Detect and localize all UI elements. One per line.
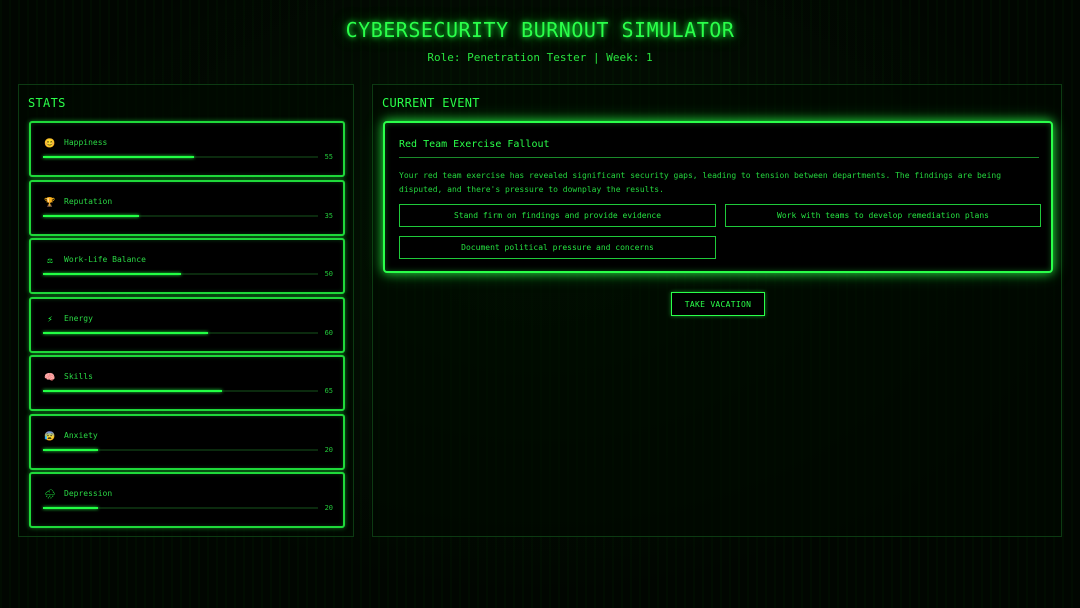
stat-bar [43, 448, 318, 451]
page-title: CYBERSECURITY BURNOUT SIMULATOR [345, 18, 735, 42]
stat-label: Energy [64, 313, 93, 323]
stat-card-work-life-balance: ⚖ Work-Life Balance 50 [29, 238, 345, 294]
scales-icon: ⚖ [47, 256, 53, 266]
stat-bar [43, 331, 318, 334]
stat-card-reputation: 🏆 Reputation 35 [29, 179, 345, 236]
stat-bar-fill [43, 156, 195, 158]
event-title: Red Team Exercise Fallout [399, 139, 550, 150]
stat-value: 20 [324, 504, 333, 512]
brain-icon: 🧠 [44, 373, 56, 383]
stat-value: 20 [324, 445, 333, 454]
anxious-face-icon: 😰 [44, 431, 56, 442]
stat-bar [43, 390, 318, 392]
stat-bar-fill [43, 390, 222, 392]
stat-card-anxiety: 😰 Anxiety 20 [29, 413, 345, 470]
stat-value: 65 [324, 387, 333, 395]
stat-value: 60 [324, 328, 333, 337]
event-card: Red Team Exercise Fallout Your red team … [383, 121, 1053, 273]
role-week-info: Role: Penetration Tester | Week: 1 [427, 51, 653, 64]
stat-bar-fill [43, 214, 140, 217]
stat-bar-fill [43, 448, 98, 451]
stat-card-skills: 🧠 Skills 65 [29, 355, 345, 411]
stat-label: Anxiety [64, 430, 98, 440]
stat-card-depression: 🌧 Depression 20 [29, 472, 345, 528]
event-description: Your red team exercise has revealed sign… [399, 171, 1002, 194]
take-vacation-button[interactable]: TAKE VACATION [671, 292, 765, 316]
stats-heading: STATS [28, 96, 66, 110]
stat-bar-fill [43, 273, 181, 275]
stat-label: Work-Life Balance [64, 255, 146, 264]
rain-cloud-icon: 🌧 [44, 490, 56, 500]
stat-label: Reputation [64, 196, 113, 206]
stat-bar [43, 273, 318, 275]
stat-value: 55 [324, 153, 333, 161]
stat-bar-fill [43, 331, 208, 334]
stat-bar [43, 507, 318, 509]
choice-button-document-pressure[interactable]: Document political pressure and concerns [399, 236, 716, 259]
stat-label: Skills [64, 372, 93, 381]
event-panel: CURRENT EVENT Red Team Exercise Fallout … [372, 84, 1062, 537]
stat-value: 35 [324, 211, 333, 220]
stat-card-happiness: 😊 Happiness 55 [29, 121, 345, 177]
stat-bar-fill [43, 507, 98, 509]
stat-bar [43, 214, 318, 217]
stat-value: 50 [324, 270, 333, 278]
lightning-icon: ⚡ [47, 314, 53, 325]
smiley-icon: 😊 [44, 139, 56, 149]
choice-button-remediation[interactable]: Work with teams to develop remediation p… [725, 204, 1041, 227]
trophy-icon: 🏆 [44, 197, 56, 208]
stat-card-energy: ⚡ Energy 60 [29, 296, 345, 353]
stats-panel: STATS 😊 Happiness 55 🏆 Reputation 35 ⚖ Work-Lif… [18, 84, 354, 537]
stat-label: Happiness [64, 138, 108, 147]
choice-button-stand-firm[interactable]: Stand firm on findings and provide evide… [399, 204, 716, 227]
stat-label: Depression [64, 489, 113, 498]
event-heading: CURRENT EVENT [382, 96, 480, 110]
stat-bar [43, 156, 318, 158]
divider [399, 157, 1039, 158]
